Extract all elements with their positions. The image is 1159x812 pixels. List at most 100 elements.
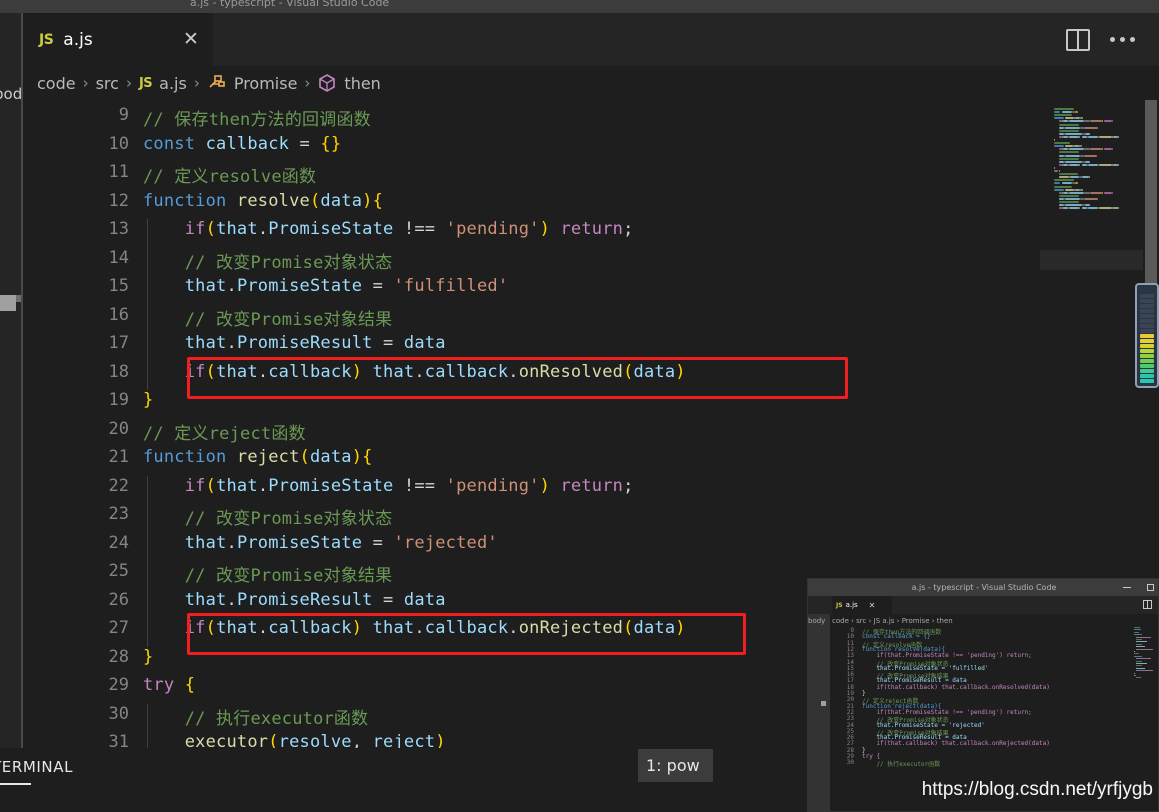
code-line[interactable]: // 定义reject函数 [143,419,306,444]
split-editor-icon[interactable] [1143,600,1152,609]
panel-tab-terminal[interactable]: TERMINAL [0,758,73,776]
code-token: 'rejected' [393,532,498,553]
minimap-line [1085,160,1091,163]
nested-window-thumbnail[interactable]: a.js - typescript - Visual Studio Code ⋯… [807,578,1159,812]
minimap-line [1090,148,1102,151]
code-token: return [560,475,624,496]
code-token: ; [623,475,634,496]
minimap-line [1089,176,1091,179]
line-number: 31 [108,732,129,748]
code-line[interactable]: if(that.PromiseState !== 'pending') retu… [143,476,634,496]
split-editor-icon[interactable] [1066,28,1090,51]
window-title-ghost-text: a.js - typescript - Visual Studio Code [190,0,390,8]
code-line[interactable]: that.PromiseState = 'rejected' [143,533,498,553]
code-line[interactable]: // 改变Promise对象结果 [143,561,392,586]
code-line[interactable]: // 定义resolve函数 [143,162,316,187]
minimap-line [1059,123,1079,126]
window-title-bar: a.js - typescript - Visual Studio Code [0,0,1159,13]
code-line[interactable]: executor(resolve, reject) [143,732,446,748]
code-token: PromiseResult [236,333,373,353]
code-line[interactable]: } [143,647,153,667]
minimap-line [1101,148,1103,151]
code-line[interactable]: that.PromiseResult = data [143,333,446,353]
code-line[interactable]: // 改变Promise对象状态 [143,248,392,273]
watermark-text: https://blog.csdn.net/yrfjygb [921,779,1153,800]
breadcrumb-separator: › [125,74,132,92]
code-line[interactable]: if(that.PromiseState !== 'pending') retu… [143,219,634,239]
thumbnail-minimap-line [1136,670,1153,672]
code-line[interactable]: } [143,390,153,410]
minimize-icon[interactable] [1123,587,1131,588]
minimap-line [1079,135,1081,138]
thumbnail-breadcrumb: code › src › JS a.js › Promise › then [832,616,953,625]
code-token: // 保存then方法的回调函数 [143,110,371,130]
thumbnail-title-bar: a.js - typescript - Visual Studio Code [808,579,1158,596]
breadcrumb-item-src[interactable]: src [96,74,119,93]
code-line[interactable]: that.PromiseResult = data [143,590,446,610]
code-line[interactable]: // 改变Promise对象结果 [143,305,392,330]
ellipsis-icon[interactable] [1110,37,1135,42]
line-number: 25 [108,561,129,581]
code-token: data [633,618,676,638]
breadcrumb-item-code[interactable]: code [37,74,76,93]
breadcrumb-item-promise[interactable]: Promise [234,74,298,93]
minimap-line [1059,201,1079,203]
code-token: , [351,732,373,748]
minimap-line [1084,126,1098,129]
thumbnail-tab-label: a.js [845,601,858,609]
thumbnail-minimap-line [1134,629,1141,631]
minimap-line [1104,191,1112,194]
code-line[interactable]: // 改变Promise对象状态 [143,504,392,529]
code-token: that [216,618,258,638]
code-line[interactable]: // 保存then方法的回调函数 [143,105,371,130]
minimap-line [1059,170,1061,172]
code-line[interactable]: function reject(data){ [143,447,373,467]
close-icon[interactable]: ✕ [869,601,876,610]
thumbnail-breadcrumb-ghost-text: body [808,616,826,625]
terminal-instance-select[interactable]: 1: pow [638,749,713,782]
code-token: // 改变Promise对象状态 [184,509,393,529]
thumbnail-tab-a-js[interactable]: JS a.js ✕ [832,596,892,614]
thumbnail-code-line: // 执行executor函数 [862,761,941,769]
code-token: // 改变Promise对象结果 [184,309,393,330]
code-token: data [320,190,363,211]
maximize-icon[interactable] [1147,584,1154,591]
code-line[interactable]: that.PromiseState = 'fulfilled' [143,276,508,296]
minimap-line [1054,188,1064,191]
thumbnail-minimap-line [1136,665,1142,667]
code-line[interactable]: function resolve(data){ [143,191,383,211]
code-token: if [184,219,206,239]
code-token: callback [424,361,509,382]
code-token: function [143,447,227,467]
code-line[interactable]: // 执行executor函数 [143,704,368,729]
breadcrumb-item-then[interactable]: then [344,74,380,93]
thumbnail-tab-bar: JS a.js ✕ [808,596,1158,614]
minimap-line [1059,151,1079,154]
close-icon[interactable]: ✕ [181,30,201,49]
code-token: ( [623,618,634,638]
code-line[interactable]: if(that.callback) that.callback.onResolv… [143,362,686,382]
tab-a-js[interactable]: JS a.js ✕ [23,13,213,66]
code-token: !== [393,475,446,496]
minimap-slider[interactable] [1040,250,1143,270]
code-token: = [362,276,394,296]
thumbnail-minimap-line [1134,627,1140,628]
code-line[interactable]: if(that.callback) that.callback.onReject… [143,618,686,638]
code-line[interactable]: const callback = {} [143,134,341,154]
breadcrumb-item-file[interactable]: a.js [159,74,187,93]
minimap-line [1065,126,1081,129]
line-number: 10 [108,133,129,154]
minimap-line [1065,117,1074,120]
line-number: 15 [108,276,129,296]
meter-bar [1140,379,1154,383]
thumbnail-minimap [1134,627,1154,687]
js-file-icon: JS [836,601,843,609]
code-line[interactable]: try { [143,675,195,695]
code-token: ( [205,219,217,239]
minimap-line [1111,191,1113,194]
minimap-line [1101,120,1103,123]
minimap-line [1059,194,1079,197]
code-token: . [226,333,237,353]
